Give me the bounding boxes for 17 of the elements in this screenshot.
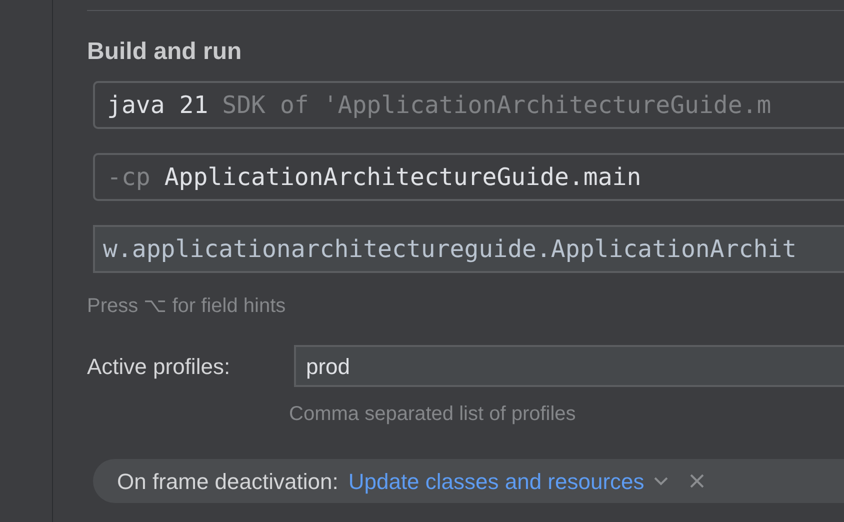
deactivation-label: On frame deactivation: xyxy=(117,468,338,496)
section-title: Build and run xyxy=(87,37,243,67)
field-value: java 21 xyxy=(107,90,208,121)
field-value: w.applicationarchitectureguide.ApplicationArchit xyxy=(103,234,797,265)
close-icon[interactable] xyxy=(690,474,704,488)
deactivation-chip[interactable]: On frame deactivation: Update classes and resources xyxy=(93,459,844,503)
input-field[interactable]: -cp ApplicationArchitectureGuide.main xyxy=(93,153,844,201)
field-value: ApplicationArchitectureGuide.main xyxy=(164,162,642,193)
field-hints-text: Press ⌥ for field hints xyxy=(87,294,287,319)
profiles-field[interactable]: prod xyxy=(294,345,844,387)
input-field[interactable]: w.applicationarchitectureguide.ApplicationArchit xyxy=(93,225,844,273)
profiles-help: Comma separated list of profiles xyxy=(289,402,577,427)
field-hint: SDK of 'ApplicationArchitectureGuide.m xyxy=(222,90,772,121)
chevron-down-icon[interactable] xyxy=(654,476,668,486)
profiles-label: Active profiles: xyxy=(87,352,232,381)
cp-prefix: -cp xyxy=(107,162,150,193)
input-field[interactable]: java 21 SDK of 'ApplicationArchitectureGuide.m xyxy=(93,81,844,129)
